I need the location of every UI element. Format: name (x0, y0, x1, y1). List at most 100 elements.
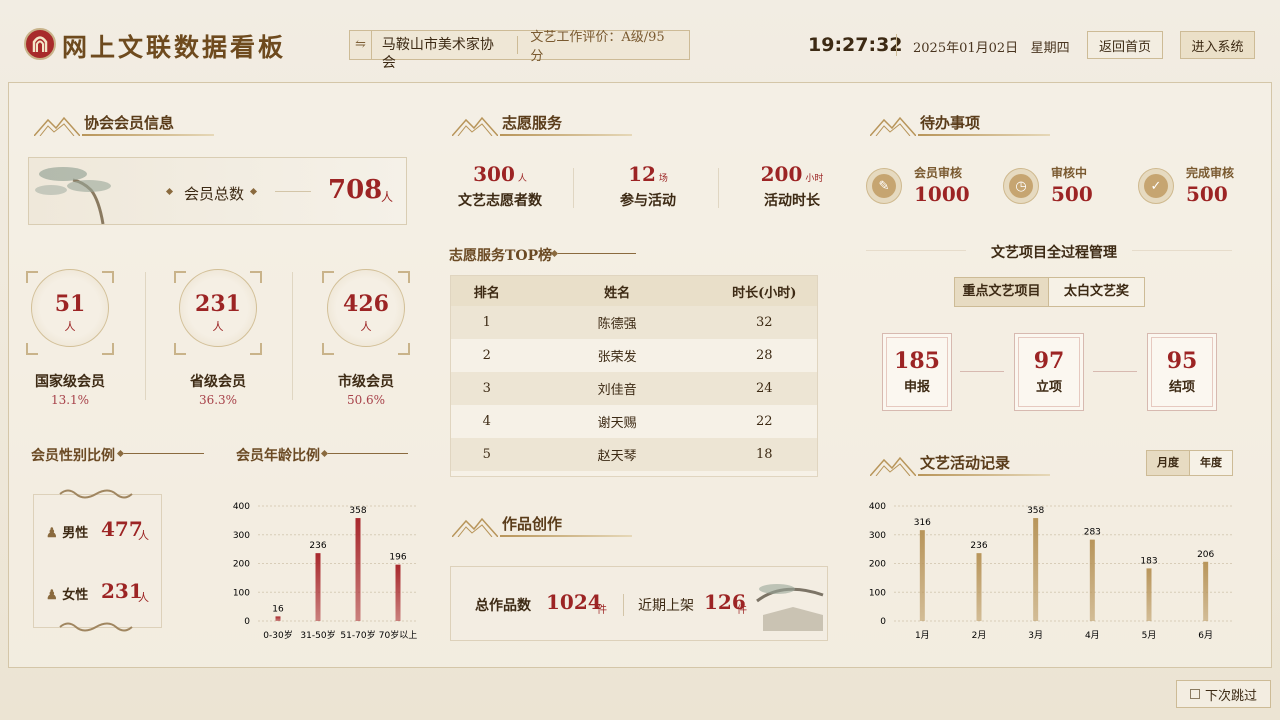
tab-monthly[interactable]: 月度 (1147, 451, 1190, 475)
volunteer-stat-label: 文艺志愿者数 (458, 193, 542, 209)
member-level-value: 231 (195, 291, 241, 317)
x-tick-label: 31-50岁 (300, 629, 335, 641)
bar (1089, 539, 1095, 621)
clock-icon: ◷ (1003, 168, 1039, 204)
volunteer-stat-label: 参与活动 (620, 193, 676, 209)
mountain-icon (870, 116, 916, 136)
y-tick-label: 0 (880, 617, 886, 627)
todo-item[interactable]: ◷ 审核中 500 (1003, 164, 1123, 208)
mountain-icon (452, 517, 498, 537)
x-tick-label: 1月 (915, 630, 930, 641)
clipboard-check-icon: ✓ (1138, 168, 1174, 204)
divider (896, 34, 897, 56)
todo-item[interactable]: ✓ 完成审核 500 (1138, 164, 1258, 208)
works-card: 总作品数 1024 件 近期上架 126 件 (450, 566, 828, 641)
tab-key-projects[interactable]: 重点文艺项目 (955, 278, 1049, 306)
bar-value-label: 236 (970, 541, 987, 551)
age-bar-chart: 0 100 200 300 400 16 0-30岁 236 31-50岁 358 51-70岁 19… (233, 502, 418, 641)
table-row[interactable]: 4 谢天赐 22 (451, 405, 817, 438)
mountain-icon (34, 116, 80, 136)
bar (976, 553, 982, 621)
table-row[interactable]: 1 陈德强 32 (451, 306, 817, 339)
y-tick-label: 300 (233, 531, 250, 541)
section-volunteer-title: 志愿服务 (452, 112, 642, 138)
table-row[interactable]: 5 赵天琴 18 (451, 438, 817, 471)
org-name: 马鞍山市美术家协会 (372, 36, 519, 71)
mountain-icon (870, 456, 916, 476)
works-total-value: 1024 (546, 590, 602, 614)
female-value: 231 (101, 579, 143, 603)
document-icon: ✎ (866, 168, 902, 204)
skip-next-time-checkbox[interactable]: 下次跳过 (1176, 680, 1271, 708)
female-row: ♟ 女性 (46, 588, 89, 603)
todo-value: 500 (1186, 182, 1228, 206)
member-level-value: 426 (343, 291, 389, 317)
table-header: 排名 姓名 时长(小时) (451, 276, 817, 306)
person-icon: ♟ (46, 526, 58, 541)
member-level-card: 51 人国家级会员 13.1% (26, 265, 114, 415)
volunteer-stat-value: 300 (473, 162, 515, 186)
bar (355, 518, 361, 621)
bar (1146, 568, 1152, 621)
total-members-card: 会员总数 708 人 (28, 157, 407, 225)
project-stage-card[interactable]: 95 结项 (1147, 333, 1217, 411)
switch-icon[interactable]: ⇋ (350, 31, 372, 59)
table-row[interactable]: 3 刘佳音 24 (451, 372, 817, 405)
y-tick-label: 200 (233, 560, 250, 570)
bar-value-label: 206 (1197, 550, 1214, 560)
project-stage-card[interactable]: 185 申报 (882, 333, 952, 411)
bar-value-label: 196 (389, 553, 406, 563)
activity-tabs: 月度 年度 (1146, 450, 1233, 476)
project-stage-card[interactable]: 97 立项 (1014, 333, 1084, 411)
total-members-value: 708 (328, 175, 383, 205)
todo-item[interactable]: ✎ 会员审核 1000 (866, 164, 986, 208)
volunteer-top-table: 排名 姓名 时长(小时) 1 陈德强 32 2 张荣发 28 3 刘佳音 24 4 谢天赐 22 5 赵天琴 1… (450, 275, 818, 477)
bar (1203, 561, 1209, 621)
bar-value-label: 358 (349, 506, 366, 516)
section-members-title: 协会会员信息 (34, 112, 224, 138)
member-level-label: 省级会员 (190, 374, 246, 390)
member-level-card: 426 人市级会员 50.6% (322, 265, 410, 415)
eval-text: 文艺工作评价：A级/95分 (530, 30, 665, 64)
x-tick-label: 4月 (1085, 630, 1100, 641)
tab-taibai-award[interactable]: 太白文艺奖 (1049, 278, 1144, 306)
header: 网上文联数据看板 ⇋ 马鞍山市美术家协会 文艺工作评价：A级/95分 19:27… (0, 0, 1280, 86)
table-row[interactable]: 2 张荣发 28 (451, 339, 817, 372)
y-tick-label: 100 (869, 588, 886, 598)
bar (275, 616, 281, 621)
member-level-pct: 13.1% (50, 393, 90, 407)
bar-value-label: 183 (1140, 556, 1157, 566)
tab-yearly[interactable]: 年度 (1190, 451, 1232, 475)
x-tick-label: 5月 (1142, 630, 1157, 641)
project-mgmt-title: 文艺项目全过程管理 (991, 245, 1117, 261)
member-level-label: 市级会员 (338, 374, 394, 390)
age-ratio-title: 会员年龄比例 (236, 448, 320, 464)
mountain-icon (452, 116, 498, 136)
x-tick-label: 6月 (1198, 630, 1213, 641)
member-level-card: 231 人省级会员 36.3% (174, 265, 262, 415)
org-selector[interactable]: ⇋ 马鞍山市美术家协会 文艺工作评价：A级/95分 (349, 30, 690, 71)
y-tick-label: 0 (244, 617, 250, 627)
logo-icon (24, 28, 56, 60)
enter-system-button[interactable]: 进入系统 (1180, 31, 1255, 59)
clock-time: 19:27:32 (808, 34, 903, 56)
volunteer-stat: 12 场参与活动 (578, 162, 718, 210)
bar-value-label: 316 (914, 518, 931, 528)
volunteer-stat-value: 12 (628, 162, 656, 186)
date-text: 2025年01月02日 星期四 (913, 41, 1070, 56)
volunteer-top-title: 志愿服务TOP榜 (449, 248, 553, 264)
todo-value: 500 (1051, 182, 1093, 206)
x-tick-label: 2月 (972, 630, 987, 641)
back-home-button[interactable]: 返回首页 (1087, 31, 1163, 59)
cloud-ornament-icon (59, 489, 133, 499)
section-todo-title: 待办事项 (870, 112, 1060, 138)
member-level-value: 51 (54, 291, 86, 317)
bar-value-label: 283 (1084, 528, 1101, 538)
total-members-label: 会员总数 (184, 185, 245, 203)
section-activity-title: 文艺活动记录 (870, 452, 1060, 478)
y-tick-label: 100 (233, 588, 250, 598)
member-level-pct: 50.6% (346, 393, 386, 407)
member-level-label: 国家级会员 (35, 374, 105, 390)
section-works-title: 作品创作 (452, 513, 642, 539)
x-tick-label: 0-30岁 (263, 629, 292, 641)
